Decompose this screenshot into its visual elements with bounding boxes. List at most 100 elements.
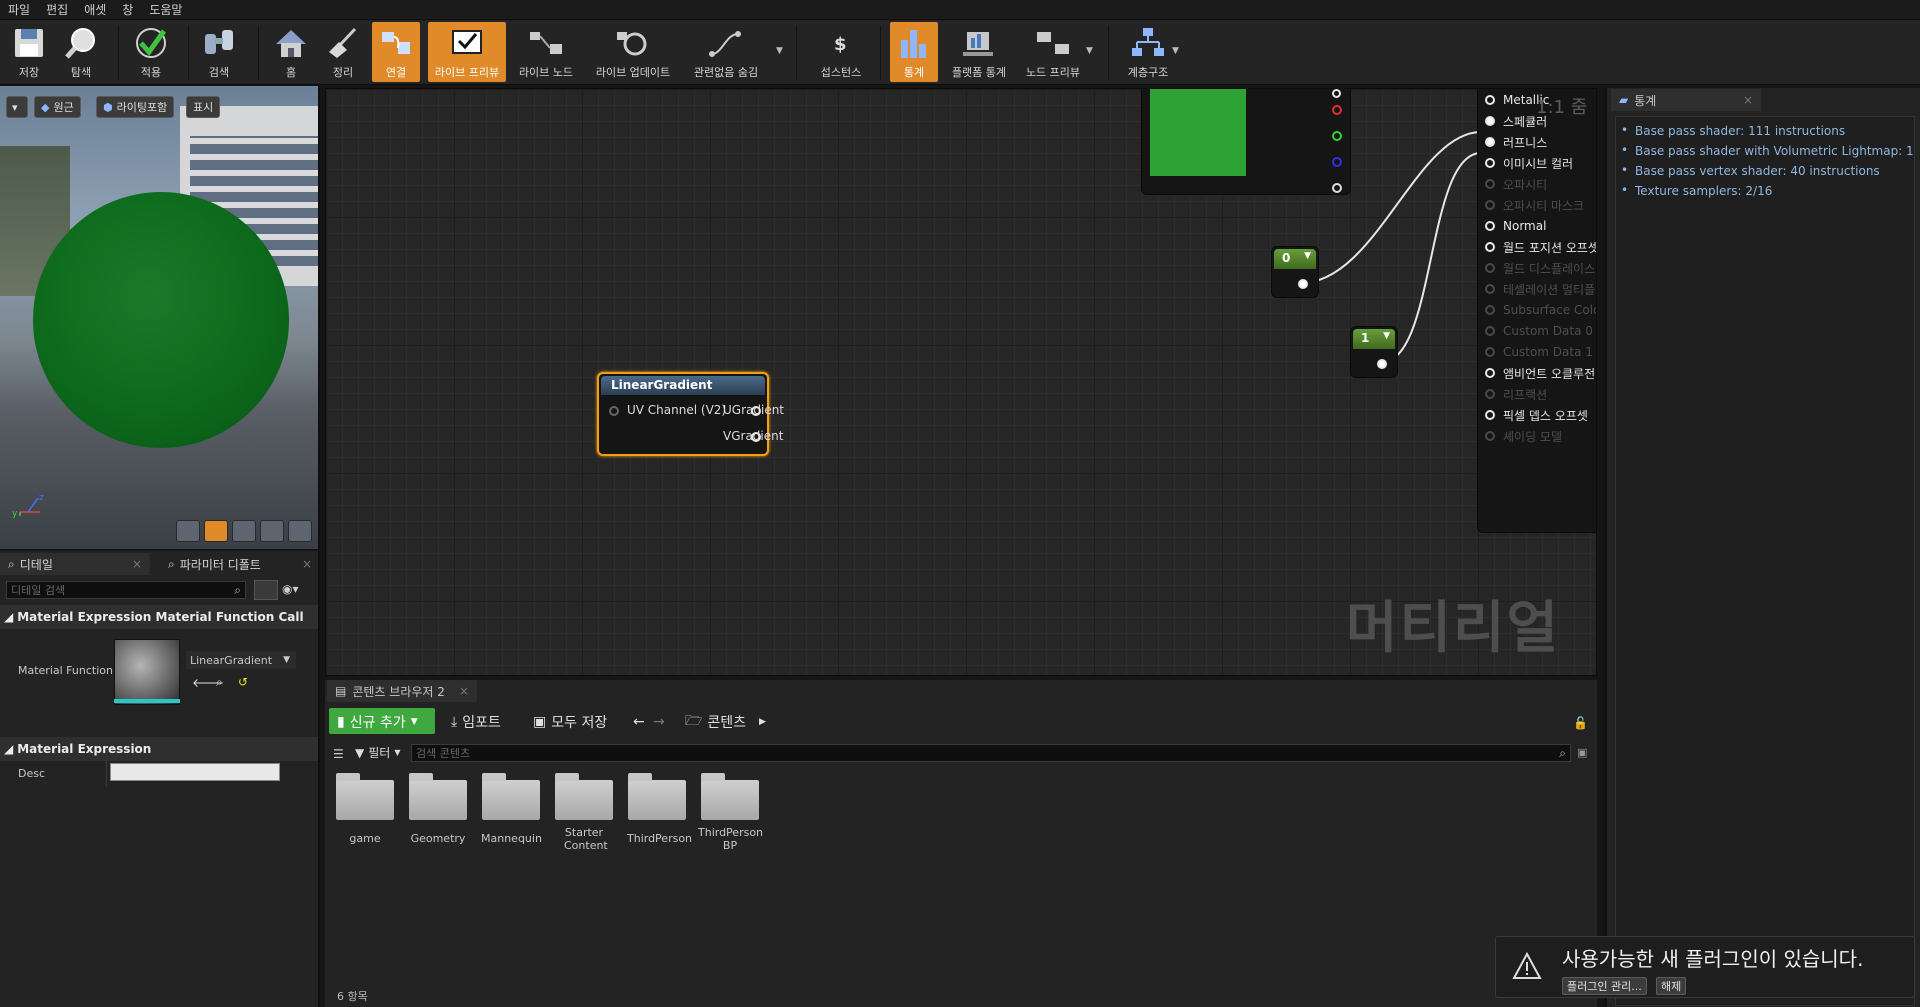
close-icon[interactable]: × [132, 557, 142, 571]
output-pin-g[interactable] [1332, 131, 1342, 141]
preview-plane-button[interactable] [232, 520, 256, 542]
material-input-pin-row[interactable]: 앰비언트 오클루전 [1485, 363, 1596, 383]
input-pin[interactable] [1485, 368, 1495, 378]
input-pin[interactable] [1485, 137, 1495, 147]
save-button[interactable]: 저장 [6, 22, 52, 82]
input-pin[interactable] [1485, 347, 1495, 357]
save-search-icon[interactable]: ▣ [1577, 746, 1587, 759]
reset-arrow-icon[interactable]: ↺ [238, 675, 248, 689]
input-pin[interactable] [1485, 221, 1495, 231]
perspective-button[interactable]: ◆ 원근 [34, 96, 81, 118]
material-input-pin-row[interactable]: 테셀레이션 멀티플 [1485, 279, 1596, 299]
folder-item[interactable]: ThirdPerson BP [698, 773, 763, 852]
material-input-pin-row[interactable]: 리프랙션 [1485, 384, 1596, 404]
browse-magnifier-icon[interactable]: ⌕ [216, 675, 223, 690]
folder-item[interactable]: Starter Content [554, 773, 614, 852]
filter-button[interactable]: ▼ 필터 ▼ [355, 744, 400, 761]
live-nodes-button[interactable]: 라이브 노드 [512, 22, 580, 82]
material-input-pin-row[interactable]: Custom Data 0 [1485, 321, 1596, 341]
collapse-triangle-icon[interactable]: ▼ [1383, 331, 1390, 341]
stats-button[interactable]: 통계 [890, 22, 938, 82]
visibility-eye-icon[interactable]: ◉▾ [282, 582, 299, 596]
constant-1-node[interactable]: 1 ▼ [1350, 326, 1398, 378]
main-material-node[interactable]: Metallic 스페큘러 러프니스 이미시브 컬러 오파시티 오파시티 마스크 Norma… [1477, 89, 1596, 533]
input-pin[interactable] [1485, 116, 1495, 126]
vgradient-output-pin[interactable] [751, 432, 761, 442]
folder-item[interactable]: ThirdPerson [627, 773, 692, 845]
material-function-combo[interactable]: LinearGradient ▼ [186, 651, 296, 669]
preview-cylinder-button[interactable] [176, 520, 200, 542]
history-forward-button[interactable]: → [653, 710, 665, 734]
platform-stats-button[interactable]: 플랫폼 통계 [946, 22, 1012, 82]
output-pin-a[interactable] [1332, 183, 1342, 193]
folder-item[interactable]: game [335, 773, 395, 845]
material-input-pin-row[interactable]: Normal [1485, 216, 1596, 236]
folder-item[interactable]: Mannequin [481, 773, 542, 845]
import-button[interactable]: ⤓ 임포트 [451, 710, 501, 734]
constant-1-output-pin[interactable] [1377, 359, 1387, 369]
tab-stats[interactable]: ▰ 통계 × [1611, 89, 1761, 111]
material-function-thumbnail[interactable] [114, 639, 180, 705]
save-all-button[interactable]: ▣ 모두 저장 [533, 710, 607, 734]
constant-0-output-pin[interactable] [1298, 279, 1308, 289]
manage-plugins-button[interactable]: 플러그인 관리... [1562, 977, 1647, 995]
input-pin[interactable] [1485, 410, 1495, 420]
property-matrix-icon[interactable] [254, 580, 278, 600]
input-pin[interactable] [1485, 431, 1495, 441]
material-input-pin-row[interactable]: 픽셀 뎁스 오프셋 [1485, 405, 1596, 425]
input-pin[interactable] [1485, 284, 1495, 294]
show-button[interactable]: 표시 [186, 96, 221, 118]
input-pin[interactable] [1485, 305, 1495, 315]
close-icon[interactable]: × [1743, 93, 1753, 107]
menu-asset[interactable]: 애셋 [84, 1, 106, 18]
constant-0-node[interactable]: 0 ▼ [1271, 246, 1319, 298]
material-preview-viewport[interactable]: ▾ ◆ 원근 ⬢ 라이팅포함 표시 zy [0, 86, 320, 549]
input-pin[interactable] [1485, 263, 1495, 273]
input-pin[interactable] [1485, 158, 1495, 168]
details-search-input[interactable]: 디테일 검색 ⌕ [6, 581, 246, 599]
history-back-button[interactable]: ← [633, 710, 645, 734]
connectors-button[interactable]: 연결 [372, 22, 420, 82]
home-button[interactable]: 홈 [268, 22, 314, 82]
input-pin[interactable] [1485, 179, 1495, 189]
search-button[interactable]: 검색 [196, 22, 242, 82]
material-input-pin-row[interactable]: 셰이딩 모델 [1485, 426, 1596, 446]
preview-mesh-button[interactable] [288, 520, 312, 542]
hierarchy-dropdown-arrow[interactable]: ▼ [1172, 46, 1179, 56]
apply-button[interactable]: 적용 [128, 22, 174, 82]
output-pin-r[interactable] [1332, 105, 1342, 115]
live-update-button[interactable]: 라이브 업데이트 [590, 22, 676, 82]
browse-button[interactable]: 탐색 [56, 22, 106, 82]
tab-parameter-defaults[interactable]: ⌕ 파라미터 디폴트 × [160, 553, 320, 575]
viewport-options-button[interactable]: ▾ [6, 96, 28, 118]
content-search-input[interactable]: 검색 콘텐츠 ⌕ [411, 744, 1571, 762]
lineargradient-node[interactable]: LinearGradient UV Channel (V2) UGradient… [597, 372, 784, 456]
hide-unrelated-button[interactable]: 관련없음 숨김 [686, 22, 766, 82]
material-input-pin-row[interactable]: 이미시브 컬러 [1485, 153, 1596, 173]
live-preview-button[interactable]: 라이브 프리뷰 [428, 22, 506, 82]
input-pin[interactable] [1485, 242, 1495, 252]
uv-channel-input-pin[interactable] [609, 406, 619, 416]
material-input-pin-row[interactable]: 월드 디스플레이스 [1485, 258, 1596, 278]
tab-details[interactable]: ⌕ 디테일 × [0, 553, 150, 575]
desc-input[interactable] [110, 763, 280, 781]
material-input-pin-row[interactable]: Subsurface Color [1485, 300, 1596, 320]
color-output-node[interactable] [1141, 89, 1351, 195]
preview-cube-button[interactable] [260, 520, 284, 542]
output-pin-b[interactable] [1332, 157, 1342, 167]
input-pin[interactable] [1485, 200, 1495, 210]
path-root[interactable]: 🗁 콘텐츠 ▶ [685, 710, 766, 734]
add-new-button[interactable]: ▮ 신규 추가 ▼ [337, 710, 418, 734]
close-icon[interactable]: × [302, 557, 312, 571]
node-preview-button[interactable]: 노드 프리뷰 [1018, 22, 1088, 82]
material-input-pin-row[interactable]: 오파시티 [1485, 174, 1596, 194]
section-material-function-call[interactable]: ◢ Material Expression Material Function C… [0, 605, 318, 629]
sources-panel-icon[interactable]: ☰ [333, 747, 344, 761]
lighting-button[interactable]: ⬢ 라이팅포함 [96, 96, 175, 118]
material-input-pin-row[interactable]: 오파시티 마스크 [1485, 195, 1596, 215]
hierarchy-button[interactable]: 계층구조 [1118, 22, 1178, 82]
section-material-expression[interactable]: ◢ Material Expression [0, 737, 318, 761]
menu-edit[interactable]: 편집 [46, 1, 68, 18]
close-icon[interactable]: × [459, 684, 469, 698]
collapse-triangle-icon[interactable]: ▼ [1304, 251, 1311, 261]
